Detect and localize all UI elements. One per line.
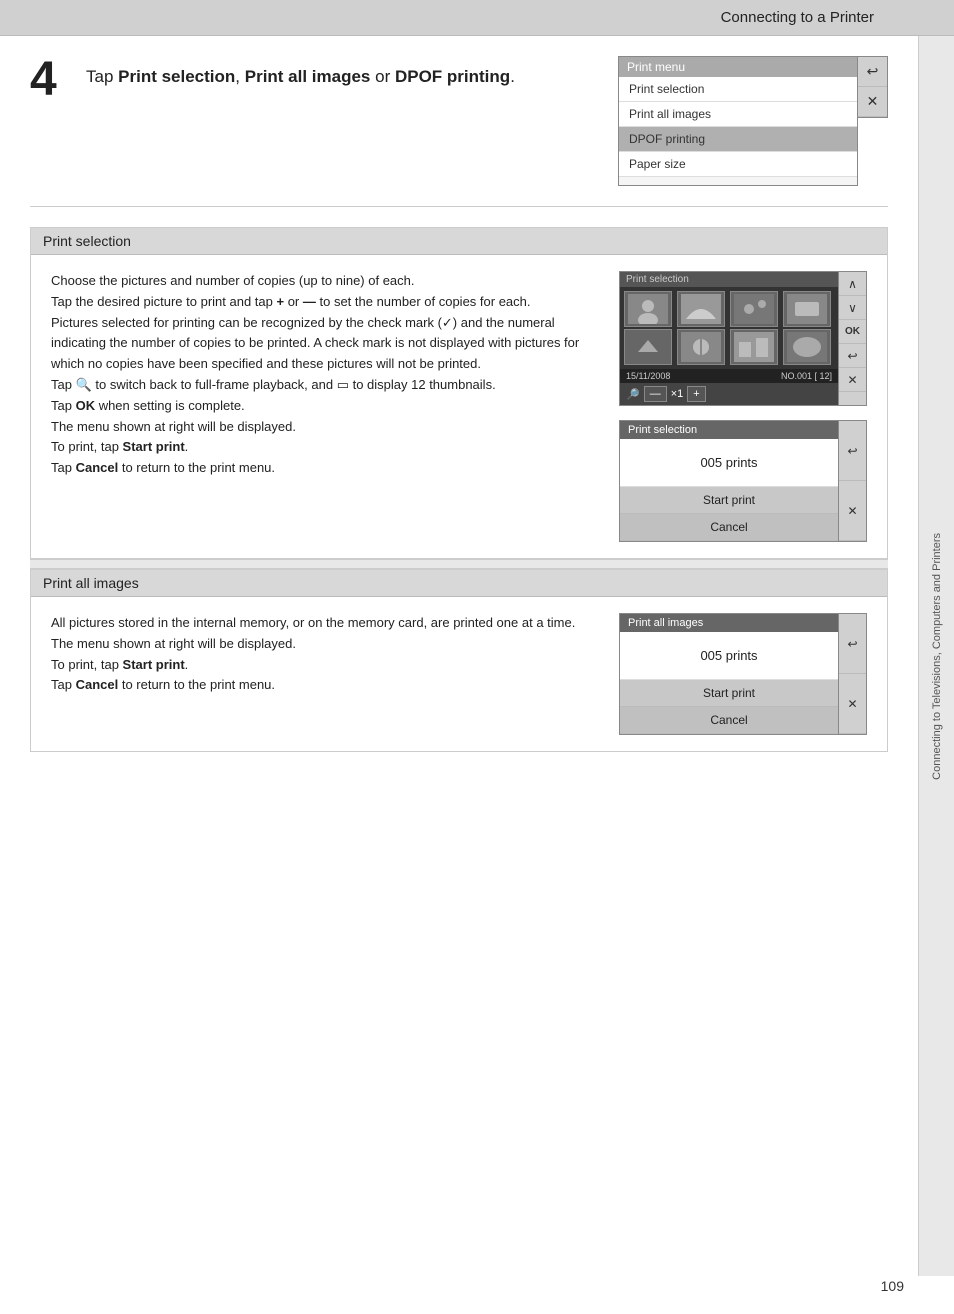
thumb-no: NO.001 [ 12] [781,371,832,381]
plus-ctrl[interactable]: + [687,386,705,402]
thumb-cell-3 [730,291,778,327]
thumb-cell-8 [783,329,831,365]
step4-text: Tap Print selection, Print all images or… [86,56,602,90]
thumb-cell-6 [677,329,725,365]
bold-dpof-printing: DPOF printing [395,67,510,86]
right-sidebar: Connecting to Televisions, Computers and… [918,36,954,1276]
close-sel-dialog-icon[interactable]: ✕ [839,481,866,541]
print-all-content: All pictures stored in the internal memo… [31,597,887,751]
print-selection-section: Print selection Choose the pictures and … [30,227,888,559]
thumb-cell-5 [624,329,672,365]
plus-icon: + [276,294,284,309]
thumb-screen: Print selection [619,271,839,406]
minus-ctrl[interactable]: — [644,386,667,402]
back-button-icon[interactable]: ↩ [858,57,887,87]
menu-item-dpof[interactable]: DPOF printing [619,127,857,152]
print-selection-dialog-wrap: Print selection 005 prints Start print C… [619,420,867,542]
page-number: 109 [881,1278,904,1294]
thumb-info-bar: 15/11/2008 NO.001 [ 12] [620,369,838,383]
start-print-label-all: Start print [123,657,185,672]
minus-icon: — [303,294,316,309]
start-print-button-sel[interactable]: Start print [620,487,838,514]
thumb-grid [620,287,838,369]
close-thumb-icon[interactable]: ✕ [839,368,866,392]
back-thumb-icon[interactable]: ↩ [839,344,866,368]
print-sel-dialog-sidebar: ↩ ✕ [839,420,867,542]
count-display: ×1 [671,388,684,400]
print-all-dialog-sidebar: ↩ ✕ [839,613,867,735]
cancel-button-sel[interactable]: Cancel [620,514,838,541]
thumbnail-grid-wrap: Print selection [619,271,867,406]
print-selection-text: Choose the pictures and number of copies… [51,271,599,479]
start-print-button-all[interactable]: Start print [620,680,838,707]
bold-print-all-images: Print all images [245,67,371,86]
print-selection-title: Print selection [31,228,887,255]
ok-label: OK [76,398,96,413]
print-selection-screens: Print selection [619,271,867,542]
menu-item-paper-size[interactable]: Paper size [619,152,857,177]
thumb-date: 15/11/2008 [626,371,670,381]
up-button-icon[interactable]: ∧ [839,272,866,296]
print-all-count: 005 prints [620,632,838,680]
print-selection-count: 005 prints [620,439,838,487]
zoom-out-icon[interactable]: 🔎 [626,388,640,401]
print-all-dialog-wrap: Print all images 005 prints Start print … [619,613,867,735]
print-all-section: Print all images All pictures stored in … [30,569,888,752]
cancel-label-sel: Cancel [76,460,119,475]
back-sel-dialog-icon[interactable]: ↩ [839,421,866,481]
thumb-cell-7 [730,329,778,365]
section-divider [30,559,888,569]
print-all-dialog: Print all images 005 prints Start print … [619,613,839,735]
print-menu-sidebar: ↩ ✕ [858,56,888,118]
print-menu-mockup: Print menu Print selection Print all ima… [618,56,888,186]
step4-header: 4 Tap Print selection, Print all images … [30,56,888,207]
thumb-controls: 🔎 — ×1 + [620,383,838,405]
header-title: Connecting to a Printer [721,9,874,26]
down-button-icon[interactable]: ∨ [839,296,866,320]
thumb-cell-1 [624,291,672,327]
cancel-button-all[interactable]: Cancel [620,707,838,734]
ok-button-icon[interactable]: OK [839,320,866,344]
thumb-screen-header: Print selection [620,272,838,287]
close-all-dialog-icon[interactable]: ✕ [839,674,866,734]
menu-item-print-selection[interactable]: Print selection [619,77,857,102]
cancel-label-all: Cancel [76,677,119,692]
thumb-cell-4 [783,291,831,327]
close-button-icon[interactable]: ✕ [858,87,887,117]
print-selection-dialog-header: Print selection [620,421,838,439]
header-bar: Connecting to a Printer [0,0,954,36]
main-content: 4 Tap Print selection, Print all images … [0,36,918,782]
print-menu-screen: Print menu Print selection Print all ima… [618,56,858,186]
bold-print-selection: Print selection [118,67,235,86]
print-all-title: Print all images [31,570,887,597]
start-print-label-sel: Start print [123,439,185,454]
thumb-cell-2 [677,291,725,327]
print-selection-content: Choose the pictures and number of copies… [31,255,887,558]
step-number: 4 [30,56,70,104]
print-selection-dialog: Print selection 005 prints Start print C… [619,420,839,542]
print-menu-header: Print menu [619,57,857,77]
menu-item-print-all[interactable]: Print all images [619,102,857,127]
back-all-dialog-icon[interactable]: ↩ [839,614,866,674]
print-all-text: All pictures stored in the internal memo… [51,613,599,696]
thumb-sidebar: ∧ ∨ OK ↩ ✕ [839,271,867,406]
right-sidebar-text: Connecting to Televisions, Computers and… [931,533,943,780]
print-all-dialog-header: Print all images [620,614,838,632]
